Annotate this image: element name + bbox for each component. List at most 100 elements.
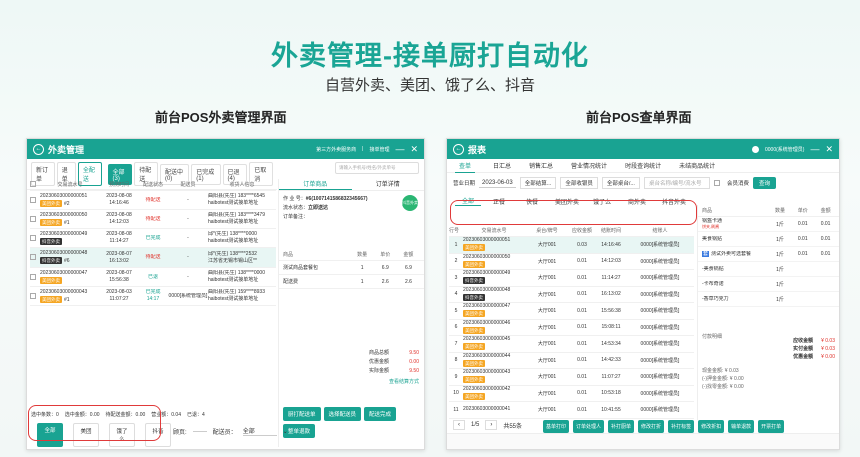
member-checkbox[interactable] [713, 180, 720, 186]
delivery-complete-button[interactable]: 配送完成 [364, 407, 397, 421]
query-button[interactable]: 查询 [752, 177, 776, 189]
item-price: 2.6 [381, 278, 389, 285]
order-status: 已退 [147, 273, 158, 280]
tab-sales[interactable]: 销售汇总 [529, 161, 553, 170]
order-no: 20230603000000050 [463, 253, 511, 260]
search-input[interactable]: 请输入手机号/姓名/外卖单号 [335, 162, 419, 174]
list-item: 美食锅贴 1斤 0.01 0.01 [698, 232, 839, 247]
row-checkbox[interactable] [30, 215, 36, 222]
minimize-icon[interactable]: — [810, 144, 819, 154]
table-row[interactable]: 20230603000000043 美团外卖 #1 2023-08-03 11:07:… [30, 287, 276, 306]
print-delivery-button[interactable]: 厨打配送单 [283, 407, 321, 421]
detail-tab-items[interactable]: 订单商品 [279, 179, 352, 190]
chan-all[interactable]: 全部 [455, 196, 481, 206]
table-row[interactable]: 2 20230603000000050 美团外卖 大厅001 0.01 14:12:03 0… [449, 253, 694, 270]
chan-dinein[interactable]: 正餐 [484, 197, 514, 206]
table-row[interactable]: 20230603000000051 美团外卖 #2 2023-08-08 14:16:… [30, 191, 276, 210]
report-window: ← 报表 0000(系统管理员) — ✕ 查单 日汇总 销售汇总 营业情况统计 … [446, 138, 840, 450]
report-action-button-5[interactable]: 修改折扣 [698, 420, 725, 433]
order-no: 20230603000000049 [463, 270, 511, 277]
side-item-amt: 0.01 [820, 251, 831, 257]
table-name: 大厅001 [537, 341, 557, 348]
table-row[interactable]: 5 20230603000000047 美团外卖 大厅001 0.01 15:56:38 0… [449, 303, 694, 320]
tab-business[interactable]: 营业情况统计 [571, 161, 607, 170]
table-row[interactable]: 8 20230603000000044 美团外卖 大厅001 0.01 14:42:33 0… [449, 353, 694, 369]
date-picker[interactable]: 2023-06-03 [479, 179, 516, 188]
chevron-down-icon[interactable]: ⌄ [283, 428, 288, 435]
filter-eleme-button[interactable]: 饿了么 [109, 423, 135, 447]
side-item-qty: 1斤 [776, 251, 784, 258]
order-no: 20230603000000048 [40, 250, 88, 256]
sum-label: 优惠金额 [793, 354, 814, 360]
table-row[interactable]: 20230603000000050 美团外卖 #1 2023-08-08 14:12:… [30, 210, 276, 229]
report-action-button-4[interactable]: 补打标签 [668, 420, 695, 433]
table-row[interactable]: 1 20230603000000051 美团外卖 大厅001 0.03 14:16:46 0… [449, 237, 694, 254]
table-row[interactable]: 6 20230603000000046 美团外卖 大厅001 0.01 15:08:11 0… [449, 320, 694, 336]
minimize-icon[interactable]: — [395, 144, 404, 154]
table-row[interactable]: 9 20230603000000043 美团外卖 大厅001 0.01 11:07:27 0… [449, 369, 694, 386]
item-amt: 6.9 [404, 264, 412, 271]
order-detail-panel: 订单商品 订单详情 作 业 号：#6(1007141586832345667) … [278, 179, 424, 447]
table-row[interactable]: 11 20230603000000041 大厅001 0.01 10:41:55 0000… [449, 402, 694, 419]
rider-select[interactable]: 全部 [242, 426, 277, 436]
table-row[interactable]: 20230603000000049 抖音外卖 2023-08-08 11:14:27… [30, 229, 276, 248]
table-name: 大厅001 [537, 275, 557, 282]
report-titlebar: ← 报表 0000(系统管理员) — ✕ [447, 139, 839, 159]
report-action-button-2[interactable]: 补打厨单 [608, 420, 635, 433]
channel-badge: 美团外卖 [463, 326, 485, 334]
accept-link[interactable]: 接单管理 [369, 146, 389, 153]
next-page-icon[interactable]: › [485, 420, 498, 430]
choose-rider-button[interactable]: 选择配送员 [323, 407, 362, 421]
tab-period[interactable]: 时段查询统计 [625, 161, 661, 170]
table-row[interactable]: 3 20230603000000049 抖音外卖 大厅001 0.01 11:14:27 0… [449, 270, 694, 287]
rider: - [187, 196, 189, 203]
order-list-header: 交易流水号 预测时间 配送状态 配送员 收货人信息 [30, 179, 276, 191]
row-checkbox[interactable] [30, 196, 36, 203]
side-item-price: 0.01 [797, 221, 808, 227]
table-row[interactable]: 4 20230603000000048 抖音外卖 大厅001 0.01 16:13:02 0… [449, 287, 694, 303]
filter-all-button[interactable]: 全部 [37, 423, 63, 447]
report-action-button-6[interactable]: 输单退款 [728, 420, 755, 433]
back-icon[interactable]: ← [33, 143, 44, 155]
row-checkbox[interactable] [30, 234, 36, 241]
checkout-time: 15:08:11 [601, 324, 621, 331]
pay-method-link[interactable]: 查看结算方式 [285, 378, 419, 385]
chan-store[interactable]: 商外卖 [620, 197, 654, 206]
cashier-select[interactable]: 全部收银员 [560, 177, 598, 189]
row-checkbox[interactable] [30, 273, 36, 280]
report-action-button-7[interactable]: 开票打单 [758, 420, 785, 433]
table-row[interactable]: 7 20230603000000045 美团外卖 大厅001 0.01 14:53:34 0… [449, 336, 694, 353]
receiver-info: 邱*(先生) 138****2532 江苏省无锡市锡山区** [208, 250, 257, 264]
back-icon[interactable]: ← [453, 143, 464, 155]
prev-page-icon[interactable]: ‹ [453, 420, 465, 430]
tab-unsettled[interactable]: 未结商品统计 [679, 161, 715, 170]
tab-daily[interactable]: 日汇总 [493, 161, 511, 170]
select-all-checkbox[interactable] [30, 181, 36, 188]
close-icon[interactable]: ✕ [410, 144, 418, 155]
report-action-button-1[interactable]: 订单处理人 [573, 420, 605, 433]
table-row[interactable]: 20230603000000047 美团外卖 2023-08-07 15:56:38… [30, 268, 276, 287]
report-action-button-3[interactable]: 修改打折 [638, 420, 665, 433]
row-checkbox[interactable] [30, 254, 36, 261]
chan-meituan[interactable]: 美团外卖 [550, 197, 584, 206]
settle-select[interactable]: 全部结算... [519, 177, 557, 189]
detail-tab-info[interactable]: 订单详情 [352, 179, 425, 190]
table-select[interactable]: 全部桌台/... [601, 177, 640, 189]
filter-meituan-button[interactable]: 美团 [73, 423, 99, 447]
full-refund-button[interactable]: 整单退款 [283, 424, 316, 438]
tab-query[interactable]: 查单 [455, 159, 476, 173]
report-action-button-0[interactable]: 基单打印 [543, 420, 570, 433]
chan-fast[interactable]: 快餐 [517, 197, 547, 206]
chan-douyin[interactable]: 抖音外卖 [657, 197, 691, 206]
chan-eleme[interactable]: 饿了么 [587, 197, 617, 206]
filter-douyin-button[interactable]: 抖音 [145, 423, 171, 447]
table-row[interactable]: 20230603000000048 抖音外卖 #6 2023-08-07 16:13:… [30, 248, 276, 268]
search-input[interactable]: 桌台名称/编号/流水号 [643, 177, 710, 189]
row-checkbox[interactable] [30, 292, 36, 299]
row-index: 1 [454, 241, 458, 248]
provider-link[interactable]: 第三方外卖服务商 [316, 146, 356, 153]
table-row[interactable]: 10 20230603000000042 美团外卖 大厅001 0.01 10:53:18… [449, 386, 694, 402]
close-icon[interactable]: ✕ [825, 144, 833, 155]
pay-line: (-)押金金额: ¥ 0.00 [702, 376, 744, 382]
total-label: 优惠金额 [368, 359, 389, 365]
